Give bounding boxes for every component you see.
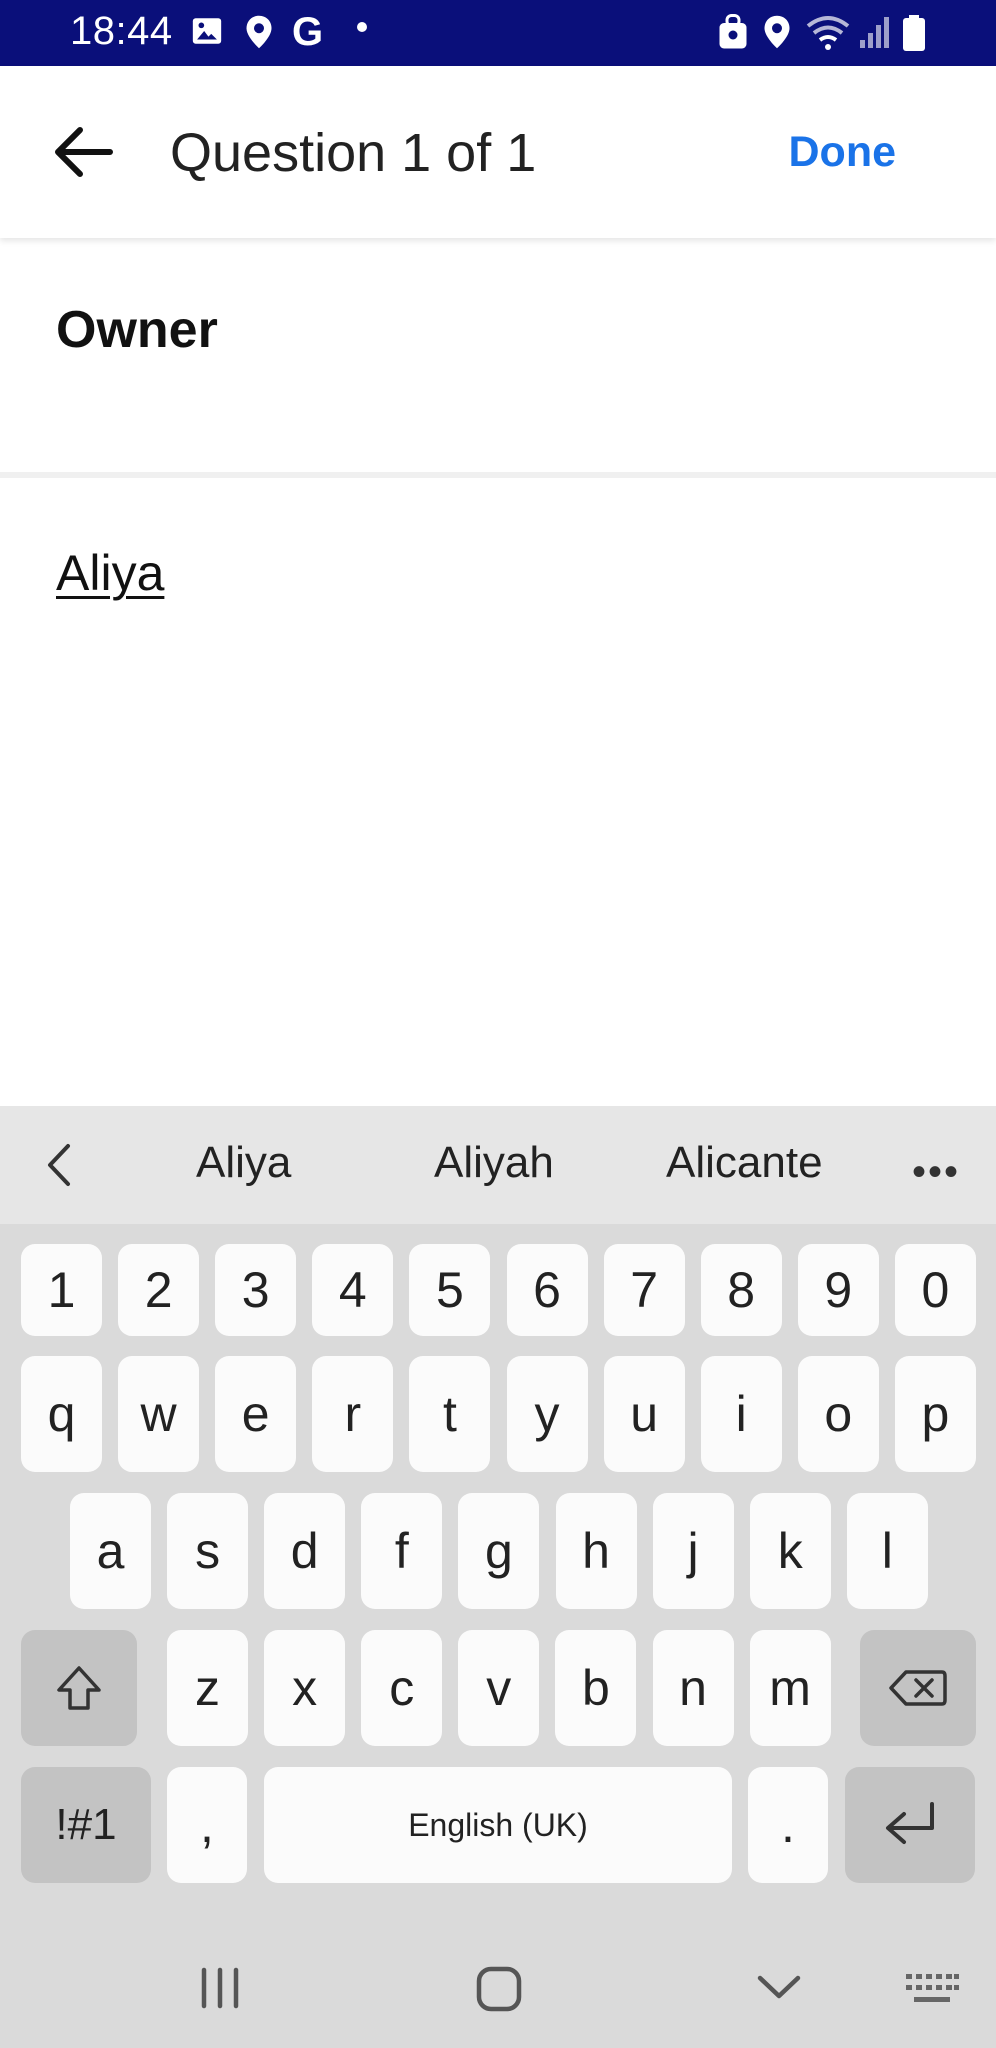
number-key-9[interactable]: 9 xyxy=(797,1244,879,1336)
location-icon-right xyxy=(762,14,792,55)
letter-key-u[interactable]: u xyxy=(603,1356,685,1472)
letter-key-o[interactable]: o xyxy=(797,1356,879,1472)
letter-key-r[interactable]: r xyxy=(312,1356,394,1472)
letter-key-l[interactable]: l xyxy=(846,1493,928,1609)
suggestion-3[interactable]: Alicante xyxy=(666,1138,823,1188)
letter-key-c[interactable]: c xyxy=(361,1630,443,1746)
period-key[interactable]: . xyxy=(748,1767,828,1883)
number-key-7[interactable]: 7 xyxy=(603,1244,685,1336)
location-icon xyxy=(244,14,274,55)
shift-key[interactable] xyxy=(21,1630,137,1746)
wifi-icon xyxy=(806,14,850,57)
letter-key-x[interactable]: x xyxy=(264,1630,346,1746)
image-icon xyxy=(190,14,224,53)
letter-key-k[interactable]: k xyxy=(749,1493,831,1609)
battery-icon xyxy=(902,14,926,57)
enter-key[interactable] xyxy=(845,1767,975,1883)
on-screen-keyboard: Aliya Aliyah Alicante ••• !#1 , English … xyxy=(0,1106,996,2048)
question-section: Owner xyxy=(0,238,996,474)
more-options-icon[interactable]: ••• xyxy=(912,1150,960,1195)
letter-key-w[interactable]: w xyxy=(118,1356,200,1472)
comma-key[interactable]: , xyxy=(167,1767,247,1883)
page-title: Question 1 of 1 xyxy=(170,123,537,183)
answer-section[interactable]: Aliya xyxy=(0,478,996,1106)
back-arrow-icon[interactable] xyxy=(50,118,118,186)
number-key-2[interactable]: 2 xyxy=(118,1244,200,1336)
navigation-bar xyxy=(0,1936,996,2048)
letter-key-p[interactable]: p xyxy=(894,1356,976,1472)
letter-key-m[interactable]: m xyxy=(749,1630,831,1746)
number-key-6[interactable]: 6 xyxy=(506,1244,588,1336)
letter-key-h[interactable]: h xyxy=(555,1493,637,1609)
number-key-1[interactable]: 1 xyxy=(21,1244,102,1336)
letter-key-a[interactable]: a xyxy=(70,1493,151,1609)
letter-key-d[interactable]: d xyxy=(264,1493,346,1609)
suggestion-2[interactable]: Aliyah xyxy=(434,1138,554,1188)
number-key-4[interactable]: 4 xyxy=(312,1244,394,1336)
letter-key-z[interactable]: z xyxy=(167,1630,248,1746)
letter-key-f[interactable]: f xyxy=(361,1493,443,1609)
letter-key-s[interactable]: s xyxy=(167,1493,249,1609)
number-key-8[interactable]: 8 xyxy=(700,1244,782,1336)
signal-icon xyxy=(858,14,892,55)
number-key-3[interactable]: 3 xyxy=(215,1244,297,1336)
letter-key-g[interactable]: g xyxy=(458,1493,540,1609)
number-key-5[interactable]: 5 xyxy=(409,1244,491,1336)
letter-key-e[interactable]: e xyxy=(215,1356,297,1472)
home-icon[interactable] xyxy=(476,1966,522,2017)
google-icon: G xyxy=(292,10,324,54)
answer-text-field[interactable]: Aliya xyxy=(56,544,164,602)
status-bar: 18:44 G xyxy=(0,0,996,66)
status-time: 18:44 xyxy=(70,9,173,53)
letter-key-n[interactable]: n xyxy=(652,1630,734,1746)
screen: 18:44 G Question 1 of 1 Done Owner Aliya… xyxy=(0,0,996,2048)
symbols-key[interactable]: !#1 xyxy=(21,1767,151,1883)
letter-key-y[interactable]: y xyxy=(506,1356,588,1472)
question-label: Owner xyxy=(56,301,218,359)
letter-key-q[interactable]: q xyxy=(21,1356,102,1472)
space-key[interactable]: English (UK) xyxy=(264,1767,732,1883)
done-button[interactable]: Done xyxy=(789,128,897,177)
letter-key-i[interactable]: i xyxy=(700,1356,782,1472)
secure-icon xyxy=(718,14,748,55)
dot-icon xyxy=(356,20,368,38)
letter-key-t[interactable]: t xyxy=(409,1356,491,1472)
backspace-key[interactable] xyxy=(860,1630,976,1746)
app-bar: Question 1 of 1 Done xyxy=(0,66,996,238)
letter-key-j[interactable]: j xyxy=(652,1493,734,1609)
recent-apps-icon[interactable] xyxy=(196,1966,244,2015)
chevron-left-icon[interactable] xyxy=(44,1140,74,1190)
letter-key-v[interactable]: v xyxy=(458,1630,540,1746)
suggestion-1[interactable]: Aliya xyxy=(196,1138,291,1188)
suggestion-bar: Aliya Aliyah Alicante ••• xyxy=(0,1106,996,1224)
number-key-0[interactable]: 0 xyxy=(894,1244,976,1336)
hide-keyboard-icon[interactable] xyxy=(756,1972,802,2007)
letter-key-b[interactable]: b xyxy=(555,1630,637,1746)
keyboard-switch-icon[interactable] xyxy=(904,1970,960,2013)
